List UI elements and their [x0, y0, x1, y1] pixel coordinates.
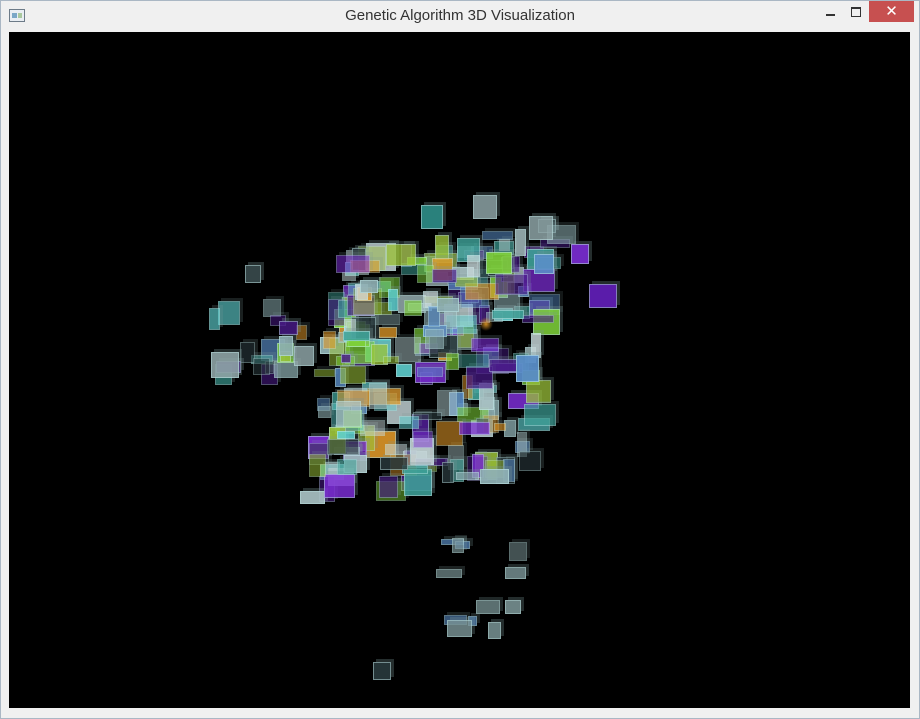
close-icon: ✕	[885, 3, 898, 20]
cube	[509, 542, 527, 561]
cube	[279, 336, 293, 356]
cube	[342, 272, 356, 281]
cube	[294, 346, 314, 366]
cube	[442, 462, 454, 483]
cube	[413, 431, 433, 448]
cube	[279, 321, 298, 335]
cube	[388, 289, 398, 311]
cube	[471, 338, 499, 352]
cube	[524, 404, 556, 426]
cube	[337, 459, 357, 475]
cube	[488, 622, 501, 639]
cube	[456, 472, 479, 480]
cube	[417, 367, 443, 377]
cube	[318, 406, 331, 418]
cube	[383, 356, 399, 364]
cube	[211, 352, 239, 378]
cube	[379, 476, 398, 498]
cube	[360, 280, 378, 293]
cube	[436, 569, 462, 578]
cube	[529, 216, 553, 240]
cube	[467, 255, 480, 277]
cube	[505, 600, 521, 614]
minimize-button[interactable]	[817, 1, 843, 22]
cube	[421, 205, 443, 229]
cube	[455, 277, 478, 287]
cube	[380, 457, 408, 470]
cube	[459, 422, 490, 435]
title-bar[interactable]: Genetic Algorithm 3D Visualization ✕	[1, 1, 919, 31]
cube	[473, 195, 497, 219]
cube	[505, 567, 526, 579]
highlight-glow	[479, 317, 493, 331]
cube	[435, 235, 449, 260]
cube	[447, 620, 472, 637]
cube	[589, 284, 617, 308]
cube	[452, 538, 464, 553]
cube	[209, 308, 220, 330]
cube	[218, 301, 240, 325]
cube	[425, 329, 444, 349]
cube	[386, 244, 416, 266]
3d-visualization-canvas[interactable]	[9, 32, 910, 708]
cube	[300, 491, 325, 504]
maximize-icon	[851, 6, 861, 17]
cube	[522, 315, 554, 323]
cube	[323, 331, 336, 349]
cube	[245, 265, 261, 283]
cube	[404, 300, 422, 316]
cube	[399, 416, 419, 429]
cube	[458, 354, 489, 368]
cube	[336, 401, 361, 427]
cube	[534, 254, 554, 274]
cube	[432, 269, 457, 283]
cube	[516, 355, 539, 382]
cube	[437, 298, 459, 312]
cube	[314, 369, 335, 377]
cube	[476, 600, 500, 614]
cube	[327, 439, 359, 455]
cube	[336, 255, 370, 273]
cube	[340, 366, 366, 384]
cube	[495, 274, 528, 295]
cube	[396, 364, 412, 377]
cube	[373, 662, 391, 680]
minimize-icon	[825, 13, 835, 16]
cube	[519, 451, 541, 471]
cube	[253, 358, 270, 375]
cube	[499, 239, 510, 251]
cube	[446, 353, 459, 370]
maximize-button[interactable]	[843, 1, 869, 22]
cube	[343, 331, 370, 341]
cube	[385, 444, 407, 455]
cube	[486, 252, 512, 274]
cube	[324, 474, 355, 498]
cube	[526, 380, 551, 403]
cube	[515, 229, 526, 256]
app-window: Genetic Algorithm 3D Visualization ✕	[0, 0, 920, 719]
cube	[337, 431, 355, 439]
cube	[492, 310, 524, 319]
window-title: Genetic Algorithm 3D Visualization	[345, 7, 575, 24]
cube	[309, 454, 326, 477]
cube	[369, 383, 387, 409]
cube	[571, 244, 589, 264]
cube	[494, 423, 506, 431]
cube	[341, 354, 351, 363]
close-button[interactable]: ✕	[869, 1, 914, 22]
cube	[480, 469, 509, 484]
